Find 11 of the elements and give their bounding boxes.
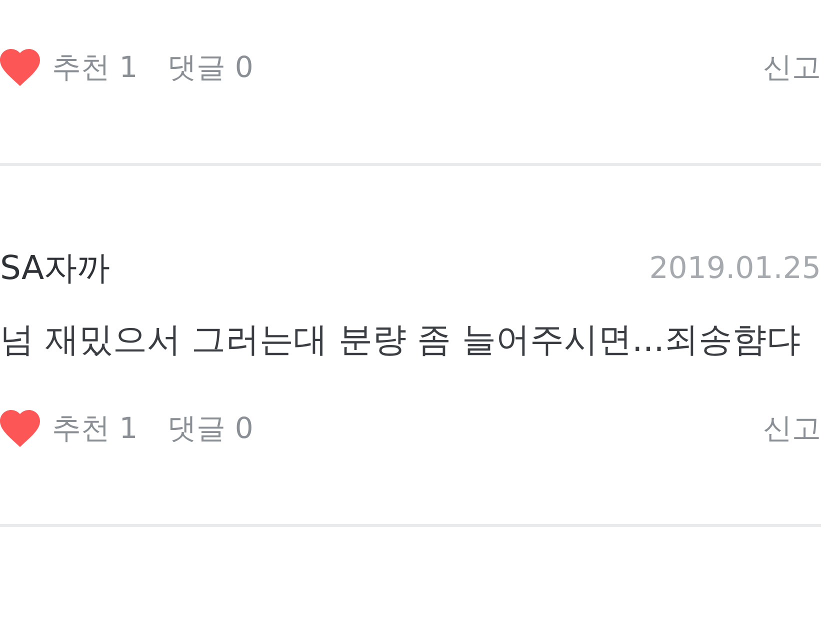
- comment-author: SA자까: [0, 246, 110, 288]
- heart-icon: [0, 48, 40, 86]
- reply-count-button[interactable]: 댓글 0: [168, 47, 254, 87]
- report-button[interactable]: 신고: [763, 408, 821, 448]
- comment-text: 넘 재밌으서 그러는대 분량 좀 늘어주시면...죄송햠댜: [0, 319, 802, 362]
- recommend-button[interactable]: 추천 1: [0, 408, 138, 448]
- recommend-button[interactable]: 추천 1: [0, 47, 138, 87]
- comment-date: 2019.01.25: [649, 250, 821, 286]
- reply-count-button[interactable]: 댓글 0: [168, 408, 254, 448]
- report-button[interactable]: 신고: [763, 47, 821, 87]
- heart-icon: [0, 410, 40, 446]
